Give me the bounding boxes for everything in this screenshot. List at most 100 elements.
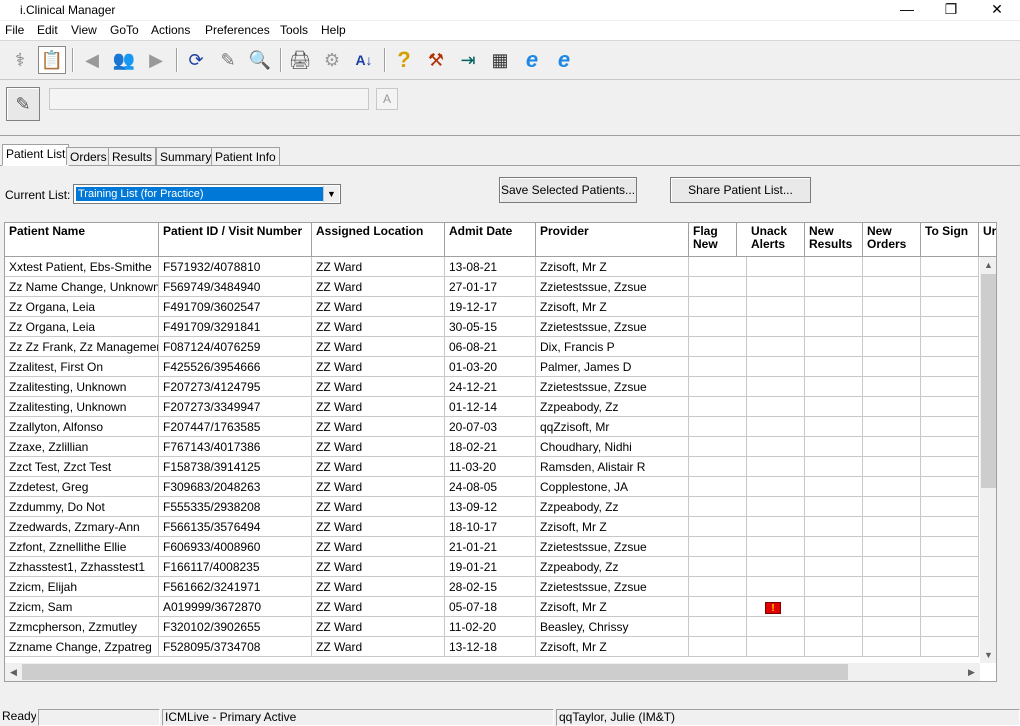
column-header[interactable]: Patient Name	[5, 223, 159, 257]
menu-actions[interactable]: Actions	[151, 23, 190, 37]
column-header[interactable]: New Orders	[863, 223, 921, 257]
save-selected-patients-button[interactable]: Save Selected Patients...	[499, 177, 637, 203]
close-button[interactable]: ✕	[974, 0, 1020, 20]
column-header[interactable]: Admit Date	[445, 223, 536, 257]
scroll-up-icon[interactable]: ▲	[980, 257, 996, 273]
table-row[interactable]: Zzdetest, Greg F309683/2048263 ZZ Ward 24-0…	[5, 477, 980, 497]
tab-patient-info[interactable]: Patient Info	[211, 147, 280, 165]
table-cell: 24-08-05	[445, 477, 536, 497]
vertical-scroll-thumb[interactable]	[981, 274, 996, 488]
refresh-icon[interactable]: ⟳	[182, 46, 210, 74]
exit-icon[interactable]: ⇥	[454, 46, 482, 74]
minimize-button[interactable]: —	[884, 0, 930, 20]
status-bar: Ready ICMLive - Primary Active qqTaylor,…	[0, 708, 1020, 726]
column-header[interactable]: New Results	[805, 223, 863, 257]
people-icon[interactable]: 👥	[110, 46, 138, 74]
table-row[interactable]: Zzalitest, First On F425526/3954666 ZZ War…	[5, 357, 980, 377]
main-toolbar: ⚕ 📋 ◀ 👥 ▶ ⟳ ✎ 🔍 🖨 ⚙ A↓ ? ⚒ ⇥ ▦ e e	[0, 42, 1020, 80]
back-arrow-icon[interactable]: ◀	[78, 46, 106, 74]
tab-summary[interactable]: Summary	[156, 147, 216, 165]
table-cell: 13-09-12	[445, 497, 536, 517]
table-row[interactable]: Zzicm, Sam A019999/3672870 ZZ Ward 05-07-18…	[5, 597, 980, 617]
table-row[interactable]: Zzicm, Elijah F561662/3241971 ZZ Ward 28-02…	[5, 577, 980, 597]
column-header[interactable]: To Sign	[921, 223, 979, 257]
table-row[interactable]: Zzalitesting, Unknown F207273/3349947 ZZ W…	[5, 397, 980, 417]
column-header[interactable]: Flag New	[689, 223, 737, 257]
settings-icon[interactable]: ⚒	[422, 46, 450, 74]
scroll-left-icon[interactable]: ◀	[5, 663, 22, 681]
menu-tools[interactable]: Tools	[280, 23, 308, 37]
tab-orders[interactable]: Orders	[66, 147, 111, 165]
table-cell: Zzalitest, First On	[5, 357, 159, 377]
menu-edit[interactable]: Edit	[37, 23, 58, 37]
menu-goto[interactable]: GoTo	[110, 23, 139, 37]
column-header[interactable]: Provider	[536, 223, 689, 257]
internet-explorer-icon-2[interactable]: e	[550, 46, 578, 74]
clipboard-icon[interactable]: 📋	[38, 46, 66, 74]
table-row[interactable]: Xxtest Patient, Ebs-Smithe F571932/407881…	[5, 257, 980, 277]
menu-help[interactable]: Help	[321, 23, 346, 37]
table-cell	[747, 617, 805, 637]
sort-az-icon[interactable]: A↓	[350, 46, 378, 74]
horizontal-scroll-thumb[interactable]	[22, 664, 848, 680]
a-button[interactable]: A	[376, 88, 398, 110]
table-row[interactable]: Zzaxe, Zzlillian F767143/4017386 ZZ Ward 18…	[5, 437, 980, 457]
menu-preferences[interactable]: Preferences	[205, 23, 270, 37]
menu-file[interactable]: File	[5, 23, 24, 37]
printer-icon[interactable]: 🖨	[286, 46, 314, 74]
table-row[interactable]: Zzalitesting, Unknown F207273/4124795 ZZ W…	[5, 377, 980, 397]
chevron-down-icon[interactable]: ▼	[323, 186, 339, 202]
table-cell: Zzisoft, Mr Z	[536, 297, 689, 317]
table-row[interactable]: Zzct Test, Zzct Test F158738/3914125 ZZ Wa…	[5, 457, 980, 477]
table-cell	[921, 617, 979, 637]
table-row[interactable]: Zzedwards, Zzmary-Ann F566135/3576494 ZZ W…	[5, 517, 980, 537]
table-row[interactable]: Zz Name Change, Unknown F569749/3484940 ZZ…	[5, 277, 980, 297]
table-cell: 11-03-20	[445, 457, 536, 477]
tools-icon[interactable]: ⚙	[318, 46, 346, 74]
table-cell: Zzisoft, Mr Z	[536, 637, 689, 657]
current-list-select[interactable]: Training List (for Practice) ▼	[73, 184, 341, 204]
column-header[interactable]: Assigned Location	[312, 223, 445, 257]
table-cell: Zzname Change, Zzpatreg	[5, 637, 159, 657]
table-cell	[805, 557, 863, 577]
patient-tools-icon[interactable]: ⚕	[6, 46, 34, 74]
table-cell	[863, 317, 921, 337]
table-cell	[863, 477, 921, 497]
tab-results[interactable]: Results	[108, 147, 157, 165]
forward-arrow-icon[interactable]: ▶	[142, 46, 170, 74]
table-row[interactable]: Zzname Change, Zzpatreg F528095/3734708 ZZ…	[5, 637, 980, 657]
column-header[interactable]: Patient ID / Visit Number	[159, 223, 312, 257]
table-cell: F491709/3602547	[159, 297, 312, 317]
scroll-down-icon[interactable]: ▼	[980, 647, 996, 663]
search-icon[interactable]: 🔍	[246, 46, 274, 74]
table-row[interactable]: Zzfont, Zznellithe Ellie F606933/4008960 Z…	[5, 537, 980, 557]
share-patient-list-button[interactable]: Share Patient List...	[670, 177, 811, 203]
help-icon[interactable]: ?	[390, 46, 418, 74]
table-row[interactable]: Zzhasstest1, Zzhasstest1 F166117/4008235 Z…	[5, 557, 980, 577]
menu-view[interactable]: View	[71, 23, 97, 37]
tab-patient-list[interactable]: Patient List	[2, 144, 70, 166]
horizontal-scrollbar[interactable]: ◀ ▶	[5, 663, 980, 681]
column-header[interactable]: Ur	[979, 223, 996, 257]
maximize-button[interactable]: ❐	[928, 0, 974, 20]
notes-button[interactable]: ✎	[6, 87, 40, 121]
internet-explorer-icon[interactable]: e	[518, 46, 546, 74]
table-row[interactable]: Zz Organa, Leia F491709/3291841 ZZ Ward 30-…	[5, 317, 980, 337]
calculator-icon[interactable]: ▦	[486, 46, 514, 74]
patient-search-input[interactable]	[49, 88, 369, 110]
alert-flag-icon[interactable]: !	[765, 602, 781, 614]
column-header[interactable]: Unack Alerts	[747, 223, 805, 257]
table-cell	[689, 277, 747, 297]
table-row[interactable]: Zzdummy, Do Not F555335/2938208 ZZ Ward 13-…	[5, 497, 980, 517]
vertical-scrollbar[interactable]: ▲ ▼	[980, 257, 996, 663]
table-cell	[747, 377, 805, 397]
table-row[interactable]: Zzmcpherson, Zzmutley F320102/3902655 ZZ W…	[5, 617, 980, 637]
table-cell	[747, 557, 805, 577]
scroll-right-icon[interactable]: ▶	[963, 663, 980, 681]
table-cell: Zzalitesting, Unknown	[5, 377, 159, 397]
table-cell: Zzhasstest1, Zzhasstest1	[5, 557, 159, 577]
table-row[interactable]: Zz Zz Frank, Zz Management F087124/407625…	[5, 337, 980, 357]
table-row[interactable]: Zz Organa, Leia F491709/3602547 ZZ Ward 19-…	[5, 297, 980, 317]
notes-icon[interactable]: ✎	[214, 46, 242, 74]
table-row[interactable]: Zzallyton, Alfonso F207447/1763585 ZZ Ward…	[5, 417, 980, 437]
